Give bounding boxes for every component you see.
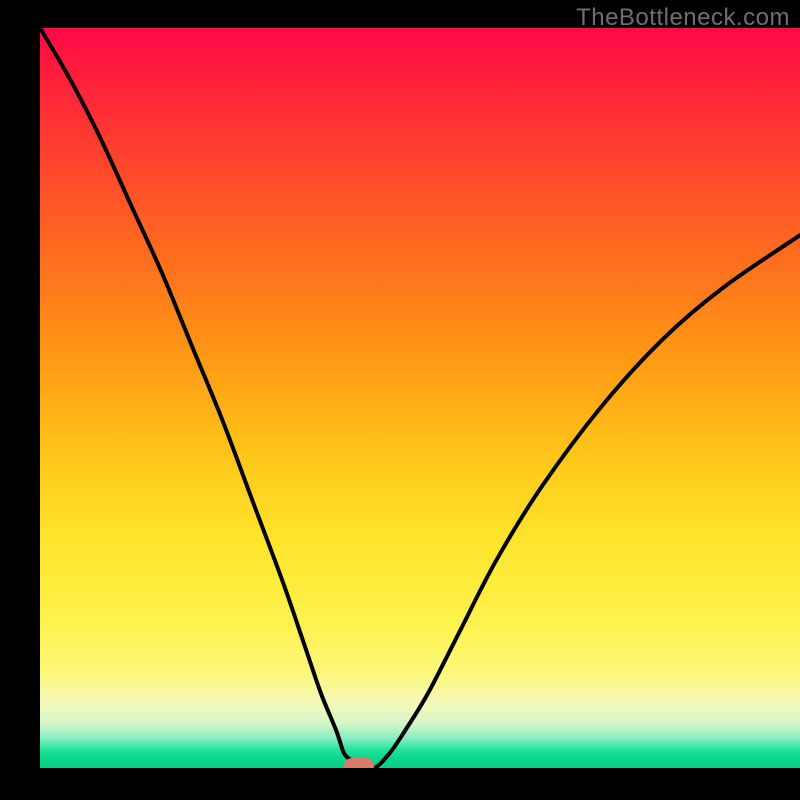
watermark-text: TheBottleneck.com	[576, 4, 790, 32]
plot-area	[40, 28, 800, 768]
chart-frame: TheBottleneck.com	[0, 0, 800, 800]
bottleneck-curve	[40, 28, 800, 768]
optimal-marker	[344, 758, 374, 768]
